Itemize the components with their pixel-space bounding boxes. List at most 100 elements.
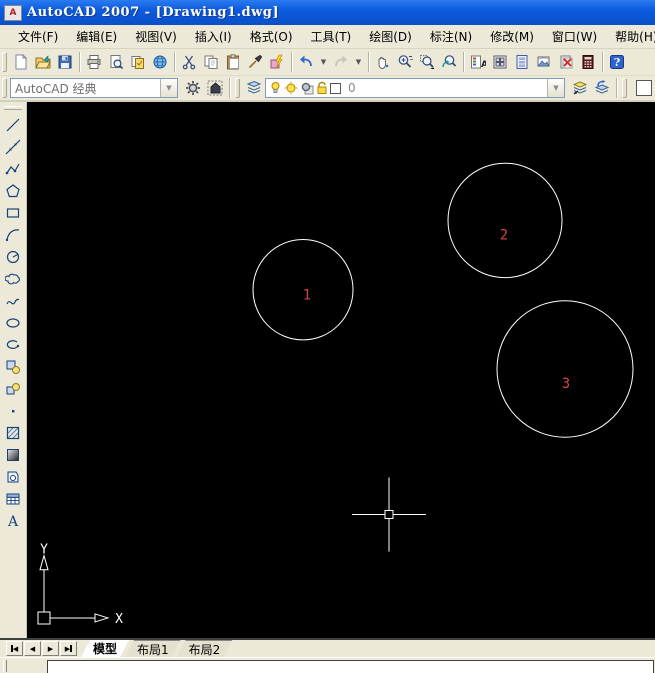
revision-cloud-button[interactable] — [1, 268, 25, 290]
menu-bar: 文件(F) 编辑(E) 视图(V) 插入(I) 格式(O) 工具(T) 绘图(D… — [0, 25, 655, 49]
point-button[interactable] — [1, 400, 25, 422]
toolbar-grip[interactable] — [2, 52, 7, 72]
table-button[interactable] — [1, 488, 25, 510]
menu-edit[interactable]: 编辑(E) — [67, 25, 126, 48]
menu-insert[interactable]: 插入(I) — [186, 25, 241, 48]
command-window-grip[interactable] — [3, 660, 7, 672]
gradient-button[interactable] — [1, 444, 25, 466]
ucs-origin-square — [37, 611, 51, 625]
help-button[interactable]: ? — [606, 51, 628, 73]
current-layer-name: 0 — [348, 81, 356, 95]
menu-modify[interactable]: 修改(M) — [481, 25, 543, 48]
tool-palettes-button[interactable] — [511, 51, 533, 73]
layout-tab-bar: ◀ ◀ ▶ ▶ 模型 布局1 布局2 — [0, 638, 655, 657]
block-editor-button[interactable] — [266, 51, 288, 73]
new-button[interactable] — [10, 51, 32, 73]
undo-button[interactable] — [295, 51, 317, 73]
previous-tab-button[interactable]: ◀ — [24, 641, 41, 656]
properties-button[interactable]: A — [467, 51, 489, 73]
main-area: A 1 2 3 Y X — [0, 102, 655, 638]
menu-dimension[interactable]: 标注(N) — [421, 25, 481, 48]
markup-set-manager-button[interactable] — [555, 51, 577, 73]
multiline-text-button[interactable]: A — [1, 510, 25, 532]
workspace-settings-button[interactable] — [182, 77, 204, 99]
insert-block-button[interactable] — [1, 356, 25, 378]
web-button[interactable] — [149, 51, 171, 73]
cut-button[interactable] — [178, 51, 200, 73]
ellipse-arc-button[interactable] — [1, 334, 25, 356]
lock-unlocked-icon[interactable] — [316, 81, 328, 95]
toolbar-grip[interactable] — [2, 78, 7, 98]
publish-button[interactable] — [127, 51, 149, 73]
designcenter-button[interactable] — [489, 51, 511, 73]
redo-dropdown[interactable]: ▼ — [352, 51, 365, 73]
sun-thaw-icon[interactable] — [284, 81, 298, 95]
undo-dropdown[interactable]: ▼ — [317, 51, 330, 73]
toolbar-grip[interactable] — [4, 106, 22, 110]
bulb-on-icon[interactable] — [269, 81, 282, 95]
zoom-previous-button[interactable] — [438, 51, 460, 73]
command-window-edge — [0, 657, 655, 673]
workspace-combo[interactable]: AutoCAD 经典 ▼ — [10, 78, 178, 98]
construction-line-button[interactable] — [1, 136, 25, 158]
open-button[interactable] — [32, 51, 54, 73]
spline-button[interactable] — [1, 290, 25, 312]
tab-layout1[interactable]: 布局1 — [125, 640, 181, 657]
quickcalc-button[interactable] — [577, 51, 599, 73]
redo-button[interactable] — [330, 51, 352, 73]
color-control-swatch[interactable] — [636, 80, 652, 96]
plot-preview-button[interactable] — [105, 51, 127, 73]
tab-layout2[interactable]: 布局2 — [177, 640, 233, 657]
layer-properties-manager-button[interactable] — [243, 77, 265, 99]
hatch-button[interactable] — [1, 422, 25, 444]
match-properties-button[interactable] — [244, 51, 266, 73]
autocad-logo-icon: A — [4, 4, 22, 21]
menu-tools[interactable]: 工具(T) — [302, 25, 361, 48]
ellipse-button[interactable] — [1, 312, 25, 334]
polyline-button[interactable] — [1, 158, 25, 180]
last-tab-button[interactable]: ▶ — [60, 641, 77, 656]
line-button[interactable] — [1, 114, 25, 136]
next-tab-button[interactable]: ▶ — [42, 641, 59, 656]
svg-text:A: A — [7, 514, 19, 529]
circle-entity-3[interactable] — [496, 300, 634, 438]
zoom-window-button[interactable] — [416, 51, 438, 73]
circle-button[interactable] — [1, 246, 25, 268]
make-block-button[interactable] — [1, 378, 25, 400]
viewport-freeze-icon[interactable] — [300, 81, 314, 95]
paste-button[interactable] — [222, 51, 244, 73]
copy-button[interactable] — [200, 51, 222, 73]
toolbar-grip[interactable] — [235, 78, 240, 98]
pan-button[interactable] — [372, 51, 394, 73]
circle-entity-2[interactable] — [447, 162, 563, 279]
region-button[interactable] — [1, 466, 25, 488]
chevron-down-icon[interactable]: ▼ — [160, 79, 177, 97]
arc-button[interactable] — [1, 224, 25, 246]
rectangle-button[interactable] — [1, 202, 25, 224]
menu-format[interactable]: 格式(O) — [241, 25, 302, 48]
command-input-area[interactable] — [47, 660, 654, 673]
toolbar-grip[interactable] — [622, 78, 627, 98]
save-button[interactable] — [54, 51, 76, 73]
polygon-button[interactable] — [1, 180, 25, 202]
layer-combo[interactable]: 0 ▼ — [265, 78, 565, 98]
first-tab-button[interactable]: ◀ — [6, 641, 23, 656]
menu-view[interactable]: 视图(V) — [126, 25, 186, 48]
my-workspace-button[interactable] — [204, 77, 226, 99]
menu-draw[interactable]: 绘图(D) — [360, 25, 421, 48]
zoom-realtime-button[interactable] — [394, 51, 416, 73]
layer-color-swatch[interactable] — [330, 82, 341, 94]
circle-label-1: 1 — [303, 288, 311, 304]
plot-button[interactable] — [83, 51, 105, 73]
ucs-y-arrowhead-icon — [39, 553, 49, 571]
chevron-down-icon[interactable]: ▼ — [547, 79, 564, 97]
layer-states-button[interactable] — [569, 77, 591, 99]
ucs-y-label: Y — [40, 543, 48, 558]
sheetset-manager-button[interactable] — [533, 51, 555, 73]
menu-file[interactable]: 文件(F) — [9, 25, 67, 48]
menu-window[interactable]: 窗口(W) — [543, 25, 606, 48]
menu-help[interactable]: 帮助(H) — [606, 25, 655, 48]
drawing-canvas[interactable]: 1 2 3 Y X — [27, 102, 655, 638]
layer-previous-button[interactable] — [591, 77, 613, 99]
tab-model[interactable]: 模型 — [81, 640, 129, 657]
